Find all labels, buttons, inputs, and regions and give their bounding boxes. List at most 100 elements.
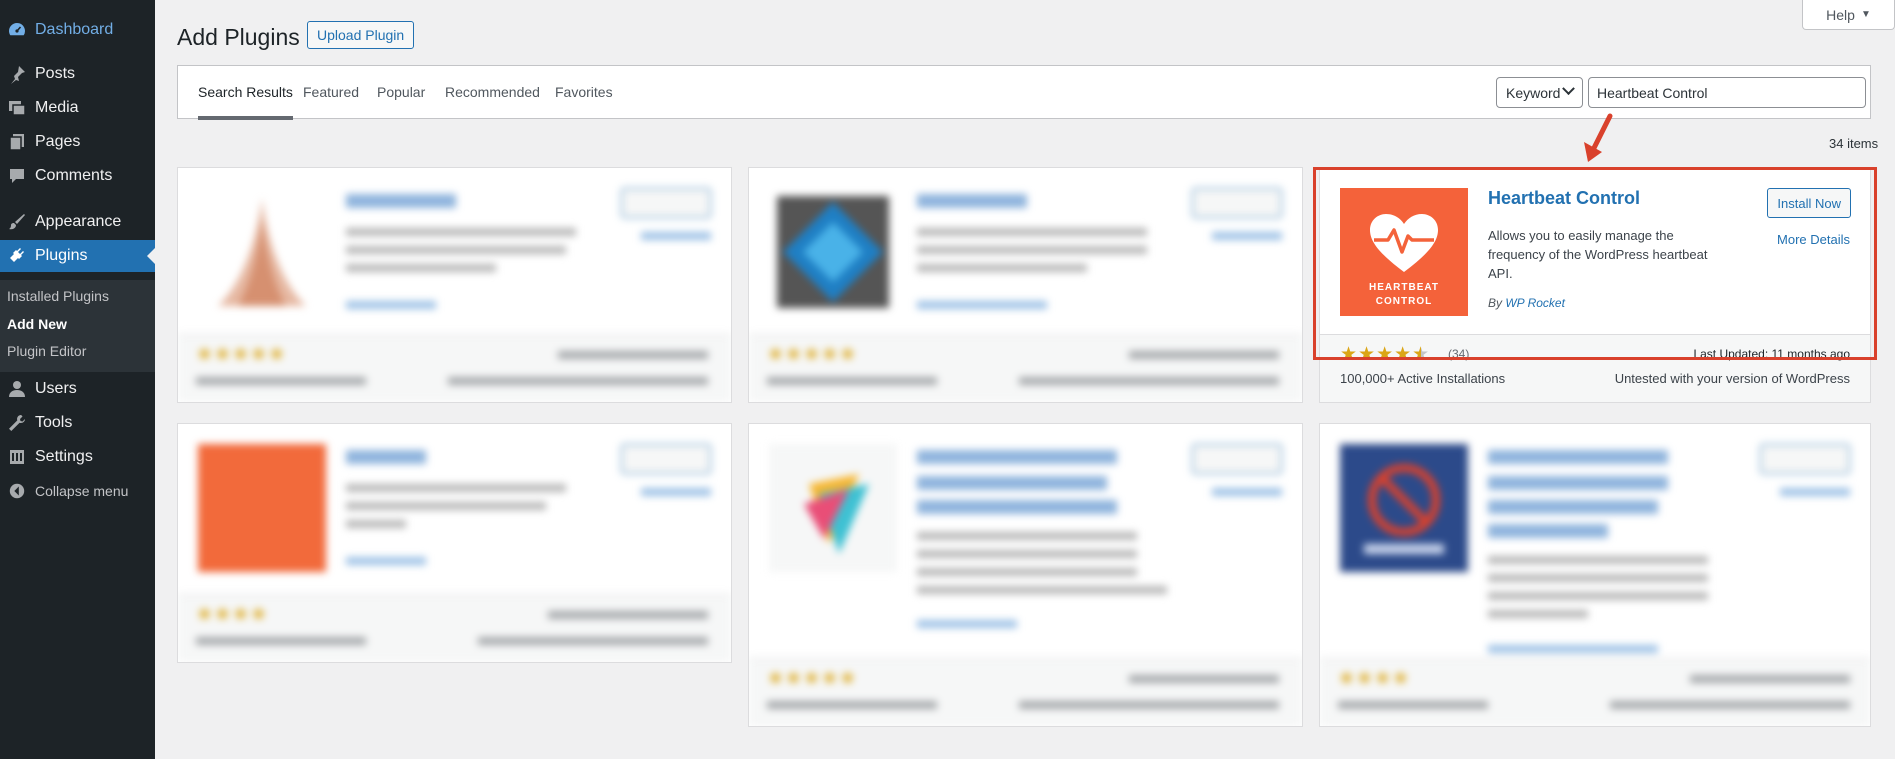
sidebar-item-label: Pages: [35, 133, 81, 150]
desc-line: [917, 264, 1087, 272]
submenu-add-new[interactable]: Add New: [7, 316, 67, 332]
footer-line: [558, 351, 708, 359]
more-details-blurred: [1212, 488, 1282, 496]
plugins-submenu: Installed Plugins Add New Plugin Editor: [0, 280, 155, 372]
help-button[interactable]: Help ▼: [1802, 0, 1895, 30]
card-footer: ★★★★: [1320, 658, 1870, 726]
desc-line: [917, 550, 1137, 558]
plugin-card-blurred: ★★★★★: [177, 167, 732, 403]
sidebar-item-label: Plugins: [35, 247, 88, 264]
card-footer: ★★★★: [178, 594, 731, 662]
compatibility-note: Untested with your version of WordPress: [1614, 371, 1850, 386]
dashboard-icon: [4, 20, 30, 40]
more-details-blurred: [641, 488, 711, 496]
install-button-blurred: [1192, 444, 1282, 474]
install-button-blurred: [621, 444, 711, 474]
sidebar-item-plugins[interactable]: Plugins: [0, 240, 155, 272]
author-line: [917, 301, 1047, 309]
sidebar-item-tools[interactable]: Tools: [0, 407, 155, 439]
desc-line: [917, 568, 1137, 576]
desc-line: [917, 246, 1147, 254]
author-line: [917, 620, 1017, 628]
arrow-down-icon: [1584, 113, 1613, 162]
rating-stars: ★★★★★: [767, 668, 858, 689]
tab-search-results[interactable]: Search Results: [198, 84, 293, 120]
sidebar-item-label: Media: [35, 99, 79, 116]
plugin-search-input[interactable]: [1588, 77, 1866, 108]
plugin-title-blurred: [917, 450, 1117, 464]
submenu-installed-plugins[interactable]: Installed Plugins: [7, 288, 109, 304]
plugin-card-blurred: ★★★★★: [748, 423, 1303, 727]
brush-icon: [4, 212, 30, 232]
desc-line: [346, 520, 406, 528]
footer-line: [1338, 701, 1488, 709]
footer-line: [548, 611, 708, 619]
sidebar-item-posts[interactable]: Posts: [0, 58, 155, 90]
footer-line: [1129, 351, 1279, 359]
plugin-title-blurred: [346, 194, 456, 208]
sidebar-item-media[interactable]: Media: [0, 92, 155, 124]
tab-favorites[interactable]: Favorites: [555, 84, 613, 100]
footer-line: [448, 377, 708, 385]
plugin-thumbnail: [218, 198, 306, 306]
install-button-blurred: [1192, 188, 1282, 218]
sidebar-item-settings[interactable]: Settings: [0, 441, 155, 473]
author-line: [346, 557, 426, 565]
author-line: [1488, 645, 1658, 653]
plugin-title-blurred: [346, 450, 426, 464]
desc-line: [346, 264, 496, 272]
tab-popular[interactable]: Popular: [377, 84, 425, 100]
tab-recommended[interactable]: Recommended: [445, 84, 540, 100]
footer-line: [767, 377, 937, 385]
title-line: [1488, 500, 1658, 514]
media-icon: [4, 98, 30, 118]
footer-line: [1129, 675, 1279, 683]
desc-line: [917, 228, 1147, 236]
plugin-thumbnail: [769, 444, 897, 572]
comment-icon: [4, 166, 30, 186]
user-icon: [4, 379, 30, 399]
more-details-blurred: [1212, 232, 1282, 240]
footer-line: [196, 637, 366, 645]
wrench-icon: [4, 413, 30, 433]
sidebar-item-label: Comments: [35, 167, 113, 184]
footer-line: [196, 377, 366, 385]
footer-line: [1019, 377, 1279, 385]
footer-line: [1690, 675, 1850, 683]
install-button-blurred: [621, 188, 711, 218]
collapse-menu-button[interactable]: Collapse menu: [0, 475, 155, 507]
highlight-box: [1313, 167, 1877, 360]
sidebar-item-label: Appearance: [35, 213, 122, 230]
desc-line: [346, 228, 576, 236]
search-type-select[interactable]: Keyword: [1496, 77, 1583, 108]
plugin-thumbnail: [777, 196, 889, 308]
sidebar-item-users[interactable]: Users: [0, 373, 155, 405]
sidebar-item-label: Tools: [35, 414, 73, 431]
chevron-down-icon: [1562, 82, 1575, 96]
collapse-menu-label: Collapse menu: [35, 483, 129, 499]
chevron-down-icon: ▼: [1860, 9, 1871, 20]
help-label: Help: [1826, 6, 1855, 23]
sidebar-item-dashboard[interactable]: Dashboard: [0, 14, 155, 46]
pages-icon: [4, 132, 30, 152]
title-line: [917, 500, 1117, 514]
settings-icon: [4, 447, 30, 467]
plugin-filter-bar: Search Results Featured Popular Recommen…: [177, 65, 1871, 120]
submenu-plugin-editor[interactable]: Plugin Editor: [7, 343, 86, 359]
plug-icon: [4, 246, 30, 266]
card-footer: ★★★★★: [749, 658, 1302, 726]
upload-plugin-button[interactable]: Upload Plugin: [307, 21, 415, 49]
title-line: [917, 476, 1107, 490]
sidebar-item-comments[interactable]: Comments: [0, 160, 155, 192]
plugin-thumbnail: [198, 444, 326, 572]
sidebar-item-pages[interactable]: Pages: [0, 126, 155, 158]
desc-line: [917, 532, 1137, 540]
search-type-value: Keyword: [1506, 84, 1561, 101]
footer-line: [1610, 701, 1850, 709]
tab-featured[interactable]: Featured: [303, 84, 359, 100]
sidebar-item-appearance[interactable]: Appearance: [0, 206, 155, 238]
admin-sidebar: Dashboard Posts Media Pages Comments App…: [0, 0, 155, 759]
sidebar-item-label: Posts: [35, 65, 76, 82]
page-title: Add Plugins: [177, 24, 300, 50]
sidebar-item-label: Dashboard: [35, 21, 114, 38]
